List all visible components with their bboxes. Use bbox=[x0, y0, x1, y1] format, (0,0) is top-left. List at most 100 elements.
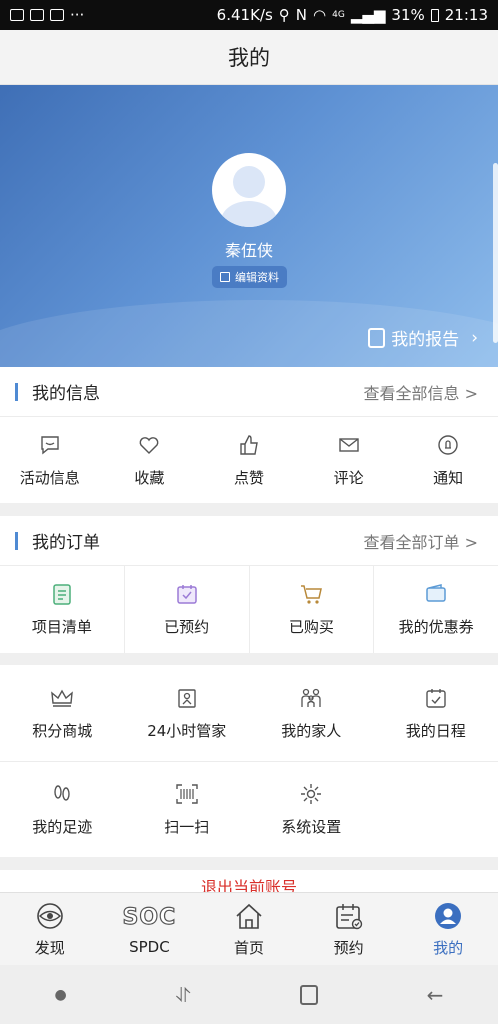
calendar-check-icon bbox=[175, 582, 199, 606]
tab-home[interactable]: 首页 bbox=[199, 893, 299, 965]
signal-icon: ▂▄▆ bbox=[350, 6, 386, 24]
tab-discover[interactable]: 发现 bbox=[0, 893, 100, 965]
footprints-icon bbox=[50, 782, 74, 806]
family-button[interactable]: 我的家人 bbox=[249, 665, 374, 761]
schedule-label: 我的日程 bbox=[405, 721, 466, 740]
section-marker bbox=[15, 531, 18, 550]
comments-button[interactable]: 评论 bbox=[299, 417, 399, 503]
clipboard-icon bbox=[50, 582, 74, 606]
tab-mine-label: 我的 bbox=[433, 938, 464, 957]
calendar-icon bbox=[334, 901, 364, 931]
crown-icon bbox=[50, 686, 74, 710]
my-orders-section: 我的订单 查看全部订单 > 项目清单 已预约 已购买 我的优惠券 bbox=[0, 516, 498, 653]
home-icon bbox=[234, 901, 264, 931]
tab-spdc[interactable]: SOC SPDC bbox=[100, 893, 200, 965]
barcode-scan-icon bbox=[175, 782, 199, 806]
location-icon: ⚲ bbox=[278, 6, 290, 24]
gear-icon bbox=[299, 782, 323, 806]
logout-button[interactable]: 退出当前账号 bbox=[0, 870, 498, 892]
notifications-label: 通知 bbox=[433, 468, 464, 487]
notifications-button[interactable]: 通知 bbox=[398, 417, 498, 503]
user-name: 秦伍侠 bbox=[224, 241, 273, 260]
page-title: 我的 bbox=[0, 30, 498, 85]
tab-spdc-label: SPDC bbox=[129, 938, 170, 956]
schedule-icon bbox=[424, 686, 448, 710]
schedule-button[interactable]: 我的日程 bbox=[374, 665, 498, 761]
tab-home-label: 首页 bbox=[233, 938, 264, 957]
clock: 21:13 bbox=[444, 6, 488, 24]
purchased-button[interactable]: 已购买 bbox=[250, 566, 375, 653]
wallet-icon bbox=[424, 582, 448, 606]
tab-mine[interactable]: 我的 bbox=[398, 893, 498, 965]
message-notification-icon bbox=[30, 9, 44, 21]
tab-discover-label: 发现 bbox=[34, 938, 65, 957]
my-info-section: 我的信息 查看全部信息 > 活动信息 收藏 点赞 评论 通知 bbox=[0, 367, 498, 503]
scan-label: 扫一扫 bbox=[164, 818, 210, 836]
thumbs-up-icon bbox=[237, 433, 261, 457]
settings-button[interactable]: 系统设置 bbox=[249, 762, 374, 857]
system-nav-bar: ● ⥯ ← bbox=[0, 965, 498, 1024]
battery-percent: 31% bbox=[391, 6, 425, 24]
empty-cell bbox=[374, 762, 498, 857]
chevron-right-icon: › bbox=[471, 327, 478, 348]
profile-icon bbox=[434, 901, 462, 931]
report-icon bbox=[368, 327, 386, 348]
coupons-button[interactable]: 我的优惠券 bbox=[374, 566, 498, 653]
family-icon bbox=[299, 686, 323, 710]
activity-info-label: 活动信息 bbox=[19, 468, 80, 487]
my-orders-title: 我的订单 bbox=[32, 533, 100, 553]
edit-profile-label: 编辑资料 bbox=[235, 271, 279, 284]
footprints-button[interactable]: 我的足迹 bbox=[0, 762, 125, 857]
coupons-label: 我的优惠券 bbox=[398, 618, 474, 636]
back-arrow-icon[interactable]: ← bbox=[427, 983, 444, 1007]
settings-label: 系统设置 bbox=[281, 818, 342, 836]
bottom-tab-bar: 发现 SOC SPDC 首页 预约 我的 bbox=[0, 892, 498, 965]
section-marker bbox=[15, 382, 18, 401]
likes-label: 点赞 bbox=[233, 468, 264, 487]
favorites-label: 收藏 bbox=[134, 468, 165, 487]
comments-label: 评论 bbox=[333, 468, 364, 487]
my-report-link[interactable]: 我的报告 › bbox=[368, 325, 478, 350]
project-list-button[interactable]: 项目清单 bbox=[0, 566, 125, 653]
tab-booking-label: 预约 bbox=[333, 938, 364, 957]
points-mall-button[interactable]: 积分商城 bbox=[0, 665, 125, 761]
network-type: 4G bbox=[332, 10, 345, 20]
gallery-notification-icon bbox=[10, 9, 24, 21]
view-all-info-link[interactable]: 查看全部信息 > bbox=[364, 380, 479, 404]
spdc-logo-icon: SOC bbox=[122, 904, 177, 930]
reserved-button[interactable]: 已预约 bbox=[125, 566, 250, 653]
butler-label: 24小时管家 bbox=[147, 721, 227, 740]
more-notifications-icon: ··· bbox=[70, 6, 85, 24]
heart-icon bbox=[137, 433, 161, 457]
edit-icon bbox=[220, 272, 230, 282]
battery-icon bbox=[430, 8, 439, 22]
envelope-icon bbox=[337, 433, 361, 457]
reserved-label: 已预约 bbox=[164, 618, 210, 636]
butler-icon bbox=[175, 686, 199, 710]
purchased-label: 已购买 bbox=[288, 618, 334, 636]
edit-profile-button[interactable]: 编辑资料 bbox=[212, 266, 287, 288]
status-bar: ··· 6.41K/s ⚲ N ◠ 4G ▂▄▆ 31% 21:13 bbox=[0, 0, 498, 30]
likes-button[interactable]: 点赞 bbox=[199, 417, 299, 503]
wifi-icon: ◠ bbox=[313, 6, 327, 24]
my-report-label: 我的报告 bbox=[391, 330, 460, 350]
eye-icon bbox=[35, 901, 65, 931]
network-speed: 6.41K/s bbox=[216, 6, 273, 24]
favorites-button[interactable]: 收藏 bbox=[100, 417, 200, 503]
butler-button[interactable]: 24小时管家 bbox=[125, 665, 250, 761]
footprints-label: 我的足迹 bbox=[32, 818, 93, 836]
view-all-orders-link[interactable]: 查看全部订单 > bbox=[364, 529, 479, 553]
chat-bubble-icon bbox=[38, 433, 62, 457]
family-label: 我的家人 bbox=[281, 721, 342, 740]
nfc-icon: N bbox=[295, 6, 308, 24]
points-mall-label: 积分商城 bbox=[32, 721, 93, 740]
activity-info-button[interactable]: 活动信息 bbox=[0, 417, 100, 503]
my-info-title: 我的信息 bbox=[32, 384, 100, 404]
home-square-icon[interactable] bbox=[299, 984, 318, 1005]
profile-banner: 秦伍侠 编辑资料 我的报告 › bbox=[0, 85, 498, 367]
avatar[interactable] bbox=[212, 153, 286, 227]
recent-apps-icon[interactable]: ⥯ bbox=[176, 983, 191, 1007]
services-section: 积分商城 24小时管家 我的家人 我的日程 我的足迹 扫一扫 系统设置 bbox=[0, 665, 498, 857]
tab-booking[interactable]: 预约 bbox=[299, 893, 399, 965]
scan-button[interactable]: 扫一扫 bbox=[125, 762, 250, 857]
